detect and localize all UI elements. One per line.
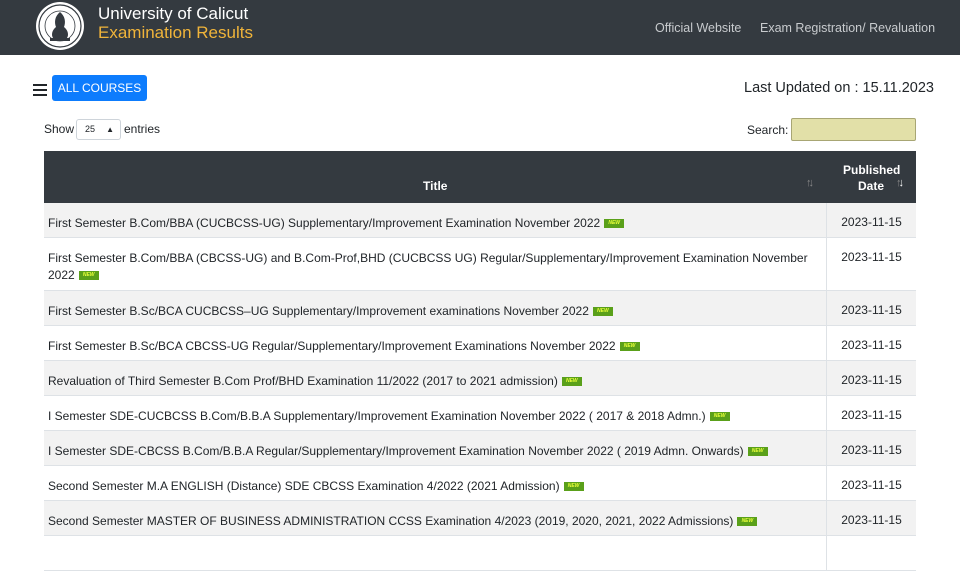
top-navbar: University of Calicut Examination Result… — [0, 0, 960, 55]
new-badge-icon: NEW — [78, 271, 99, 281]
entries-per-page-select[interactable]: 25 ▲︎ — [76, 119, 121, 140]
published-date-cell: 2023-11-15 — [826, 501, 916, 535]
hamburger-menu-icon[interactable] — [33, 84, 47, 96]
result-title-link[interactable]: I Semester SDE-CBCSS B.Com/B.B.A Regular… — [44, 431, 826, 460]
nav-official-website[interactable]: Official Website — [655, 21, 741, 35]
published-date-cell: 2023-11-15 — [826, 466, 916, 500]
published-date-cell — [826, 536, 916, 570]
result-title-link[interactable]: Second Semester MASTER OF BUSINESS ADMIN… — [44, 501, 826, 530]
all-courses-button[interactable]: ALL COURSES — [52, 75, 147, 101]
published-date-cell: 2023-11-15 — [826, 238, 916, 290]
new-badge-icon: NEW — [619, 342, 640, 352]
column-header-date-label: Published Date — [843, 163, 901, 193]
new-badge-icon: NEW — [604, 219, 625, 229]
published-date-cell: 2023-11-15 — [826, 396, 916, 430]
brand-examination-results: Examination Results — [98, 23, 253, 42]
result-title-link[interactable]: First Semester B.Com/BBA (CUCBCSS-UG) Su… — [44, 203, 826, 232]
table-row: I Semester SDE-CUCBCSS B.Com/B.B.A Suppl… — [44, 396, 916, 431]
entries-select-value: 25 — [85, 124, 96, 134]
table-row: Second Semester M.A ENGLISH (Distance) S… — [44, 466, 916, 501]
result-title-link[interactable] — [44, 536, 826, 548]
brand-university-name: University of Calicut — [98, 4, 249, 23]
sort-descending-icon: ↑↓ — [896, 177, 904, 189]
new-badge-icon: NEW — [737, 517, 758, 527]
table-row: First Semester B.Sc/BCA CBCSS-UG Regular… — [44, 326, 916, 361]
table-row: First Semester B.Sc/BCA CUCBCSS–UG Suppl… — [44, 291, 916, 326]
show-label: Show — [44, 122, 75, 136]
table-row: Second Semester MASTER OF BUSINESS ADMIN… — [44, 501, 916, 536]
published-date-cell: 2023-11-15 — [826, 291, 916, 325]
result-title-link[interactable]: First Semester B.Sc/BCA CBCSS-UG Regular… — [44, 326, 826, 355]
results-table-body: First Semester B.Com/BBA (CUCBCSS-UG) Su… — [44, 203, 916, 571]
select-arrows-icon: ▲︎ — [106, 125, 114, 134]
sort-both-icon: ↑↓ — [806, 177, 814, 189]
result-title-link[interactable]: Second Semester M.A ENGLISH (Distance) S… — [44, 466, 826, 495]
table-row: First Semester B.Com/BBA (CBCSS-UG) and … — [44, 238, 916, 291]
result-title-link[interactable]: First Semester B.Com/BBA (CBCSS-UG) and … — [44, 238, 826, 284]
new-badge-icon: NEW — [561, 377, 582, 387]
table-row — [44, 536, 916, 571]
university-seal-logo[interactable] — [31, 0, 89, 52]
published-date-cell: 2023-11-15 — [826, 361, 916, 395]
table-row: Revaluation of Third Semester B.Com Prof… — [44, 361, 916, 396]
column-header-title[interactable]: Title ↑↓ — [44, 151, 826, 203]
table-row: I Semester SDE-CBCSS B.Com/B.B.A Regular… — [44, 431, 916, 466]
result-title-link[interactable]: Revaluation of Third Semester B.Com Prof… — [44, 361, 826, 390]
published-date-cell: 2023-11-15 — [826, 431, 916, 465]
search-input[interactable] — [791, 118, 916, 141]
search-label: Search: — [747, 123, 789, 137]
nav-exam-registration[interactable]: Exam Registration/ Revaluation — [760, 21, 935, 35]
last-updated-text: Last Updated on : 15.11.2023 — [744, 80, 934, 96]
result-title-link[interactable]: I Semester SDE-CUCBCSS B.Com/B.B.A Suppl… — [44, 396, 826, 425]
published-date-cell: 2023-11-15 — [826, 326, 916, 360]
column-header-title-label: Title — [423, 179, 448, 193]
table-header: Title ↑↓ Published Date ↑↓ — [44, 151, 916, 203]
new-badge-icon: NEW — [747, 447, 768, 457]
new-badge-icon: NEW — [709, 412, 730, 422]
table-row: First Semester B.Com/BBA (CUCBCSS-UG) Su… — [44, 203, 916, 238]
column-header-published-date[interactable]: Published Date ↑↓ — [826, 151, 916, 203]
entries-label: entries — [124, 122, 161, 136]
new-badge-icon: NEW — [592, 307, 613, 317]
published-date-cell: 2023-11-15 — [826, 203, 916, 237]
new-badge-icon: NEW — [563, 482, 584, 492]
result-title-link[interactable]: First Semester B.Sc/BCA CUCBCSS–UG Suppl… — [44, 291, 826, 320]
